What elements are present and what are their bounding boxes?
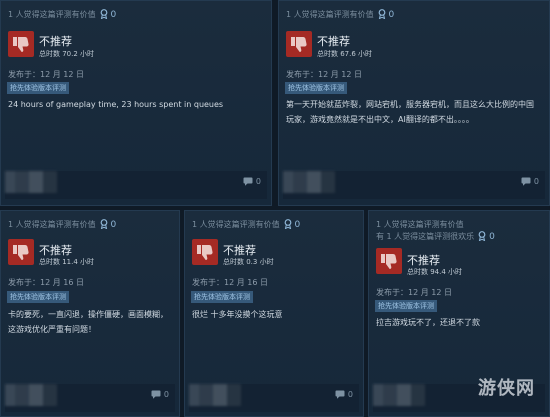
review-card-3: 1 人觉得这篇评测有价值 0 不推荐 总时数 11.4 小时 发布于：12 月 …: [0, 210, 180, 417]
verdict-label: 不推荐: [39, 244, 72, 257]
review-card-2: 1 人觉得这篇评测有价值 0 不推荐 总时数 67.6 小时 发布于：12 月 …: [278, 0, 550, 206]
early-access-tag: 抢先体验版本评测: [7, 291, 69, 303]
thumbs-down-icon: [8, 31, 34, 57]
avatar[interactable]: [5, 171, 57, 193]
helpful-count: 1 人觉得这篇评测有价值 0: [192, 219, 301, 230]
award-button[interactable]: 0: [284, 219, 300, 230]
early-access-tag: 抢先体验版本评测: [7, 82, 69, 94]
review-card-5: 1 人觉得这篇评测有价值 有 1 人觉得这篇评测很欢乐 0 不推荐 总时数 94…: [368, 210, 550, 417]
funny-count: 有 1 人觉得这篇评测很欢乐 0: [376, 231, 495, 242]
review-card-4: 1 人觉得这篇评测有价值 0 不推荐 总时数 0.3 小时 发布于：12 月 1…: [184, 210, 364, 417]
review-text: 第一天开始就蓝炸裂，网站宕机，服务器宕机，而且这么大比例的中国玩家，游戏竟然就是…: [286, 100, 534, 124]
comment-bubble-icon: [243, 177, 253, 186]
comment-button[interactable]: 0: [243, 177, 261, 186]
award-ribbon-icon: [378, 9, 386, 20]
award-button[interactable]: 0: [478, 231, 495, 242]
thumbs-down-icon: [192, 239, 218, 265]
avatar[interactable]: [189, 384, 241, 406]
comment-button[interactable]: 0: [335, 390, 353, 399]
thumbs-down-icon: [286, 31, 312, 57]
thumbs-down-icon: [376, 248, 402, 274]
award-button[interactable]: 0: [378, 9, 394, 20]
early-access-tag: 抢先体验版本评测: [191, 291, 253, 303]
award-ribbon-icon: [478, 231, 486, 242]
playtime-hours: 总时数 70.2 小时: [39, 50, 95, 58]
posted-date: 发布于：12 月 12 日: [8, 70, 84, 79]
review-text: 24 hours of gameplay time, 23 hours spen…: [8, 100, 224, 109]
avatar[interactable]: [373, 384, 425, 406]
early-access-tag: 抢先体验版本评测: [375, 300, 437, 312]
helpful-count: 1 人觉得这篇评测有价值 0: [8, 219, 117, 230]
posted-date: 发布于：12 月 12 日: [376, 288, 452, 297]
helpful-count: 1 人觉得这篇评测有价值 0: [8, 9, 117, 20]
award-ribbon-icon: [100, 219, 108, 230]
award-ribbon-icon: [284, 219, 292, 230]
early-access-tag: 抢先体验版本评测: [285, 82, 347, 94]
verdict-label: 不推荐: [39, 35, 72, 48]
playtime-hours: 总时数 11.4 小时: [39, 258, 95, 266]
playtime-hours: 总时数 94.4 小时: [407, 268, 463, 276]
playtime-hours: 总时数 67.6 小时: [317, 50, 373, 58]
review-text: 卡的要死，一直闪退，操作僵硬，画面模糊，这游戏优化严重有问题！: [8, 310, 168, 334]
review-footer: 0: [5, 171, 267, 199]
comment-bubble-icon: [335, 390, 345, 399]
comment-bubble-icon: [521, 177, 531, 186]
verdict-label: 不推荐: [223, 244, 256, 257]
award-button[interactable]: 0: [100, 9, 116, 20]
posted-date: 发布于：12 月 12 日: [286, 70, 362, 79]
review-footer: 0: [189, 384, 359, 412]
thumbs-down-icon: [8, 239, 34, 265]
award-button[interactable]: 0: [100, 219, 116, 230]
site-watermark: 游侠网: [478, 378, 535, 399]
comment-bubble-icon: [151, 390, 161, 399]
review-footer: 0: [283, 171, 545, 199]
award-ribbon-icon: [100, 9, 108, 20]
avatar[interactable]: [5, 384, 57, 406]
helpful-count: 1 人觉得这篇评测有价值: [376, 220, 464, 229]
comment-button[interactable]: 0: [151, 390, 169, 399]
helpful-count: 1 人觉得这篇评测有价值 0: [286, 9, 395, 20]
avatar[interactable]: [283, 171, 335, 193]
posted-date: 发布于：12 月 16 日: [192, 278, 268, 287]
review-text: 拉吉游戏玩不了，还退不了款: [376, 318, 480, 327]
review-card-1: 1 人觉得这篇评测有价值 0 不推荐 总时数 70.2 小时 发布于：12 月 …: [0, 0, 272, 206]
verdict-label: 不推荐: [407, 254, 440, 267]
comment-button[interactable]: 0: [521, 177, 539, 186]
posted-date: 发布于：12 月 16 日: [8, 278, 84, 287]
verdict-label: 不推荐: [317, 35, 350, 48]
review-text: 很烂 十多年没摸个这玩意: [192, 310, 283, 319]
review-footer: 0: [5, 384, 175, 412]
playtime-hours: 总时数 0.3 小时: [223, 258, 274, 266]
